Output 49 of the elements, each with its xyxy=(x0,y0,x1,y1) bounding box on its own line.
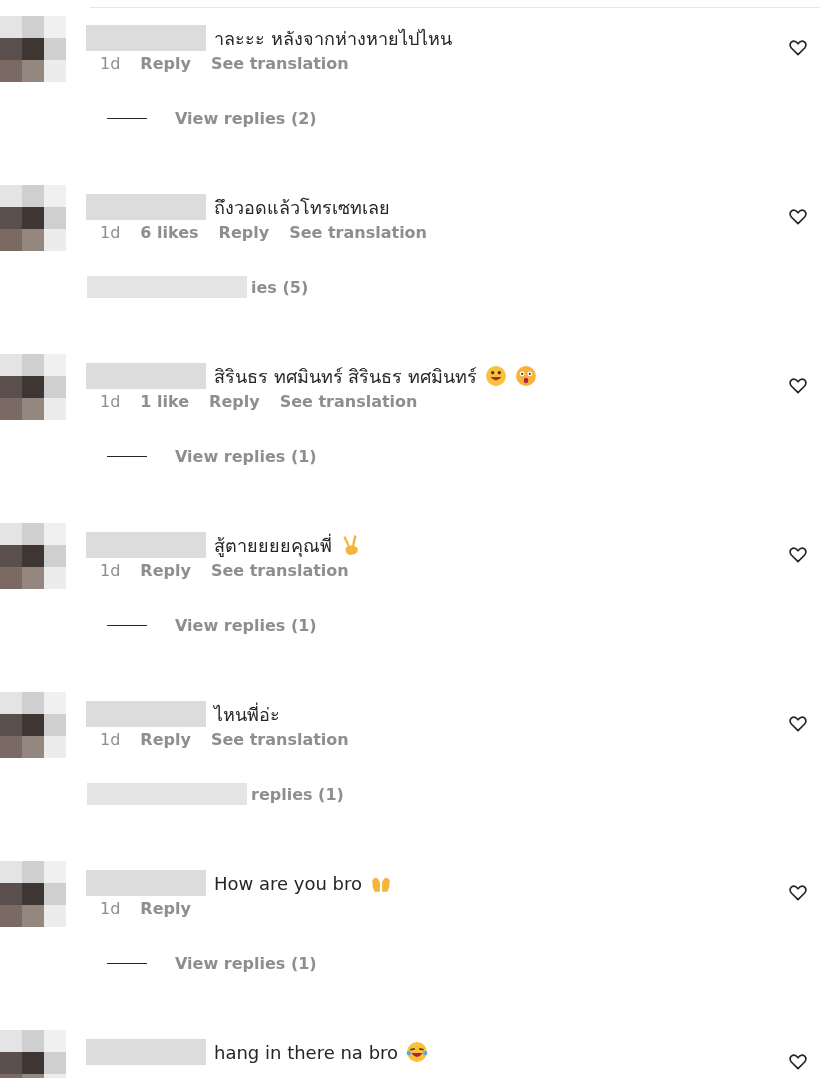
comment-time: 1d xyxy=(100,730,121,749)
heart-icon[interactable] xyxy=(788,545,808,565)
comment-action-link[interactable]: Reply xyxy=(140,730,191,749)
pixelated-avatar xyxy=(0,523,66,589)
astonished-face-icon xyxy=(515,365,538,387)
view-replies-link[interactable]: View replies (1) xyxy=(175,953,317,973)
comment-action-link[interactable]: See translation xyxy=(289,223,427,242)
heart-icon[interactable] xyxy=(788,38,808,58)
heart-icon[interactable] xyxy=(788,714,808,734)
pixelated-avatar xyxy=(0,692,66,758)
comment-action-link[interactable]: Reply xyxy=(140,54,191,73)
pixelated-avatar xyxy=(0,1030,66,1078)
comment-action-link[interactable]: Reply xyxy=(140,899,191,918)
comment-action-link[interactable]: See translation xyxy=(210,54,349,73)
view-replies-link[interactable]: replies (1) xyxy=(251,784,344,804)
comment-time: 1d xyxy=(100,54,121,73)
comment-action-link[interactable]: See translation xyxy=(210,561,349,580)
comment-action-link[interactable]: Reply xyxy=(140,561,191,580)
pixelated-avatar xyxy=(0,16,66,82)
comment-action-link[interactable]: See translation xyxy=(210,730,349,749)
comment-time: 1d xyxy=(100,223,121,242)
heart-icon[interactable] xyxy=(788,883,808,903)
grinning-face-icon xyxy=(485,365,508,387)
pixelated-avatar xyxy=(0,185,66,251)
comment-text: How are you bro xyxy=(214,872,363,894)
view-replies-link[interactable]: ies (5) xyxy=(251,277,309,297)
laughing-face-icon xyxy=(406,1041,429,1063)
comment-action-link[interactable]: See translation xyxy=(279,392,418,411)
comment-text: ไหนพี่อ่ะ xyxy=(214,701,280,727)
pixelated-avatar xyxy=(0,861,66,927)
comment-action-link[interactable]: Reply xyxy=(209,392,260,411)
comment-action-link[interactable]: Reply xyxy=(218,223,270,242)
heart-icon[interactable] xyxy=(788,376,808,396)
comment-text: สู้ตายยยยคุณพี่ xyxy=(214,532,332,559)
comment-time: 1d xyxy=(100,392,121,411)
comment-text: าละะะ หลังจากห่างหายไปไหน xyxy=(214,26,452,51)
view-replies-link[interactable]: View replies (1) xyxy=(175,446,317,466)
heart-icon[interactable] xyxy=(788,1052,808,1072)
view-replies-link[interactable]: View replies (1) xyxy=(175,615,317,635)
view-replies-link[interactable]: View replies (2) xyxy=(175,108,317,128)
comment-action-link[interactable]: 6 likes xyxy=(140,223,199,242)
comment-time: 1d xyxy=(100,561,121,580)
comment-text: hang in there na bro xyxy=(214,1041,399,1063)
comment-time: 1d xyxy=(100,899,121,918)
comment-text: ถึงวอดแล้วโทรเซทเลย xyxy=(214,195,390,220)
comment-action-link[interactable]: 1 like xyxy=(140,392,190,411)
heart-icon[interactable] xyxy=(788,207,808,227)
comment-text: สิรินธร ทศมินทร์ สิรินธร ทศมินทร์ xyxy=(214,364,478,389)
pixelated-avatar xyxy=(0,354,66,420)
